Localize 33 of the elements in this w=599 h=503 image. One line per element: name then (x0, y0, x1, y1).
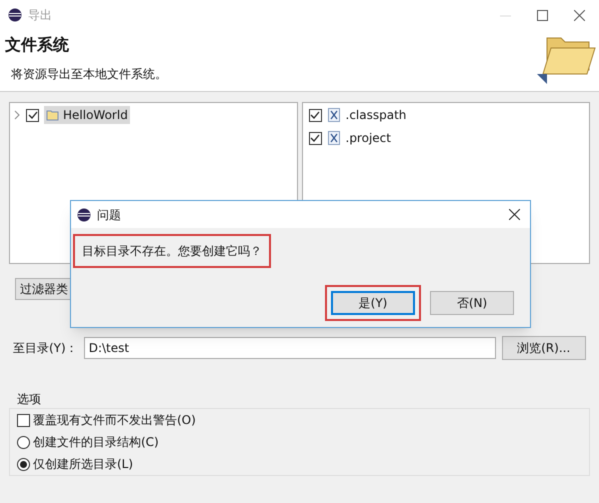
tree-item[interactable]: HelloWorld (44, 106, 130, 124)
close-icon[interactable] (574, 10, 585, 20)
xml-file-icon (328, 131, 340, 145)
radio-button[interactable] (17, 436, 30, 448)
checkbox[interactable] (308, 132, 322, 144)
dialog-button[interactable]: 否(N) (430, 291, 514, 315)
file-name[interactable]: .classpath (346, 106, 406, 124)
radio-button[interactable] (17, 458, 30, 470)
eclipse-icon (77, 208, 91, 222)
project-folder-icon (46, 109, 60, 121)
filter-button[interactable]: 过滤器类 (15, 278, 73, 300)
maximize-icon[interactable] (537, 10, 548, 20)
page-description: 将资源导出至本地文件系统。 (11, 66, 167, 83)
checkbox[interactable] (26, 108, 39, 122)
dialog-title: 问题 (97, 206, 121, 224)
option-label[interactable]: 创建文件的目录结构(C) (33, 433, 159, 451)
checkbox[interactable] (17, 414, 30, 426)
page-title: 文件系统 (5, 34, 70, 56)
option-label[interactable]: 仅创建所选目录(L) (33, 455, 134, 473)
chevron-icon[interactable] (13, 110, 21, 120)
option-label[interactable]: 覆盖现有文件而不发出警告(O) (33, 411, 196, 429)
file-name[interactable]: .project (346, 129, 391, 147)
options-title: 选项 (17, 392, 41, 406)
close-icon[interactable] (509, 209, 520, 220)
checkbox[interactable] (308, 108, 322, 122)
dialog-button[interactable]: 是(Y) (331, 291, 415, 315)
destination-field[interactable]: D:\test (84, 337, 496, 359)
browse-button[interactable]: 浏览(R)... (502, 336, 586, 360)
dialog-message: 目标目录不存在。您要创建它吗？ (73, 234, 271, 268)
destination-label: 至目录(Y)： (13, 340, 78, 357)
xml-file-icon (328, 108, 340, 122)
window-title: 导出 (28, 7, 52, 24)
eclipse-icon (8, 8, 22, 22)
